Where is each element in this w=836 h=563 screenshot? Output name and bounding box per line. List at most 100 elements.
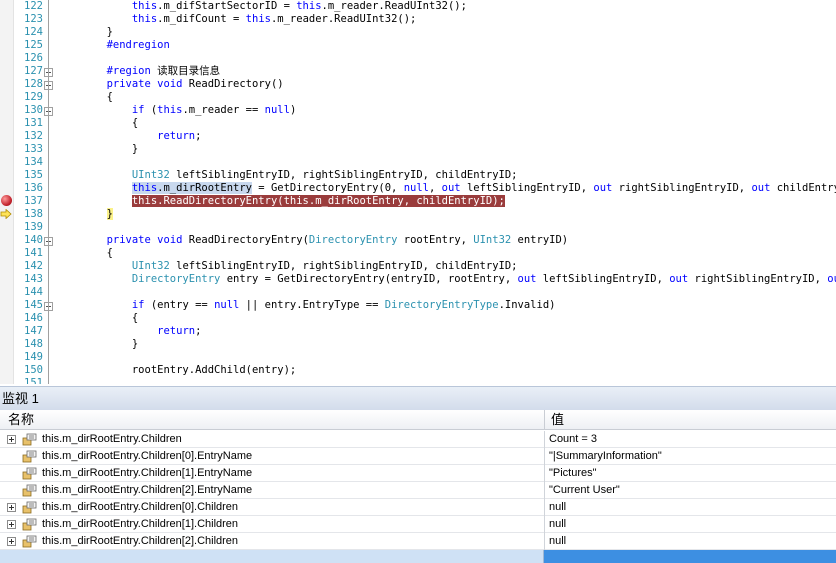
code-line[interactable]: 143 DirectoryEntry entry = GetDirectoryE… <box>0 273 836 286</box>
code-line[interactable]: 137 this.ReadDirectoryEntry(this.m_dirRo… <box>0 195 836 208</box>
line-number: 144 <box>24 286 43 298</box>
watch-expression-value[interactable]: null <box>549 516 566 533</box>
expand-plus-icon[interactable] <box>7 435 16 444</box>
code-line[interactable]: 122 this.m_difStartSectorID = this.m_rea… <box>0 0 836 13</box>
line-number: 124 <box>24 26 43 38</box>
code-line[interactable]: 126 <box>0 52 836 65</box>
watch-expression-value[interactable]: Count = 3 <box>549 431 597 448</box>
watch-row[interactable]: this.m_dirRootEntry.Children[1].EntryNam… <box>0 465 836 482</box>
code-text[interactable]: UInt32 leftSiblingEntryID, rightSiblingE… <box>56 169 518 182</box>
code-line[interactable]: 148 } <box>0 338 836 351</box>
expand-plus-icon[interactable] <box>7 537 16 546</box>
code-line[interactable]: 130 if (this.m_reader == null) <box>0 104 836 117</box>
code-text[interactable]: this.m_difCount = this.m_reader.ReadUInt… <box>56 13 417 26</box>
watch-row[interactable]: this.m_dirRootEntry.Children[0].EntryNam… <box>0 448 836 465</box>
code-line[interactable]: 142 UInt32 leftSiblingEntryID, rightSibl… <box>0 260 836 273</box>
code-line[interactable]: 150 rootEntry.AddChild(entry); <box>0 364 836 377</box>
cell-divider <box>544 499 545 516</box>
code-line[interactable]: 136 this.m_dirRootEntry = GetDirectoryEn… <box>0 182 836 195</box>
code-text[interactable]: } <box>56 143 138 156</box>
code-text[interactable]: UInt32 leftSiblingEntryID, rightSiblingE… <box>56 260 518 273</box>
code-line[interactable]: 123 this.m_difCount = this.m_reader.Read… <box>0 13 836 26</box>
code-text[interactable]: DirectoryEntry entry = GetDirectoryEntry… <box>56 273 836 286</box>
watch-expression-name[interactable]: this.m_dirRootEntry.Children[2].Children <box>42 533 238 550</box>
code-text[interactable]: } <box>56 26 113 39</box>
watch-expression-name[interactable]: this.m_dirRootEntry.Children[2].EntryNam… <box>42 482 252 499</box>
watch-horizontal-scrollbar[interactable] <box>0 550 836 563</box>
code-line[interactable]: 134 <box>0 156 836 169</box>
code-line[interactable]: 147 return; <box>0 325 836 338</box>
watch-expression-name[interactable]: this.m_dirRootEntry.Children[1].Children <box>42 516 238 533</box>
line-number: 142 <box>24 260 43 272</box>
code-text[interactable]: { <box>56 91 113 104</box>
line-number: 147 <box>24 325 43 337</box>
line-number: 126 <box>24 52 43 64</box>
watch-expression-value[interactable]: "|SummaryInformation" <box>549 448 662 465</box>
code-text[interactable]: private void ReadDirectory() <box>56 78 284 91</box>
code-text[interactable]: this.ReadDirectoryEntry(this.m_dirRootEn… <box>56 195 505 208</box>
code-text[interactable]: this.m_dirRootEntry = GetDirectoryEntry(… <box>56 182 836 195</box>
code-text[interactable]: } <box>56 208 113 221</box>
code-line[interactable]: 146 { <box>0 312 836 325</box>
watch-row[interactable]: this.m_dirRootEntry.Children[0].Children… <box>0 499 836 516</box>
watch-expression-value[interactable]: null <box>549 499 566 516</box>
code-line[interactable]: 149 <box>0 351 836 364</box>
watch-expression-name[interactable]: this.m_dirRootEntry.Children <box>42 431 182 448</box>
watch-row[interactable]: this.m_dirRootEntry.Children[2].Children… <box>0 533 836 550</box>
column-header-value[interactable]: 值 <box>545 410 836 430</box>
code-line[interactable]: 129 { <box>0 91 836 104</box>
line-number: 148 <box>24 338 43 350</box>
code-line[interactable]: 144 <box>0 286 836 299</box>
watch-row[interactable]: this.m_dirRootEntry.Children[1].Children… <box>0 516 836 533</box>
watch-expression-name[interactable]: this.m_dirRootEntry.Children[0].EntryNam… <box>42 448 252 465</box>
watch-row[interactable]: this.m_dirRootEntry.Children[2].EntryNam… <box>0 482 836 499</box>
cell-divider <box>544 431 545 448</box>
code-line[interactable]: 135 UInt32 leftSiblingEntryID, rightSibl… <box>0 169 836 182</box>
code-text[interactable]: { <box>56 117 138 130</box>
code-line[interactable]: 145 if (entry == null || entry.EntryType… <box>0 299 836 312</box>
code-line[interactable]: 125 #endregion <box>0 39 836 52</box>
code-line[interactable]: 128 private void ReadDirectory() <box>0 78 836 91</box>
code-text[interactable]: } <box>56 338 138 351</box>
code-editor[interactable]: 122 this.m_difStartSectorID = this.m_rea… <box>0 0 836 384</box>
property-icon <box>22 501 37 514</box>
code-line[interactable]: 138 } <box>0 208 836 221</box>
code-line[interactable]: 131 { <box>0 117 836 130</box>
line-number: 151 <box>24 377 43 384</box>
code-text[interactable]: this.m_difStartSectorID = this.m_reader.… <box>56 0 467 13</box>
code-line[interactable]: 151 <box>0 377 836 384</box>
expand-plus-icon[interactable] <box>7 520 16 529</box>
code-line[interactable]: 139 <box>0 221 836 234</box>
watch-row[interactable]: this.m_dirRootEntry.Children Count = 3 <box>0 431 836 448</box>
code-text[interactable]: { <box>56 312 138 325</box>
code-text[interactable]: rootEntry.AddChild(entry); <box>56 364 296 377</box>
column-header-name[interactable]: 名称 <box>2 410 544 430</box>
code-line[interactable]: 133 } <box>0 143 836 156</box>
code-text[interactable]: return; <box>56 130 201 143</box>
code-text[interactable]: #region 读取目录信息 <box>56 65 221 78</box>
watch-window-title[interactable]: 监视 1 <box>0 386 836 410</box>
cell-divider <box>544 448 545 465</box>
code-line[interactable]: 132 return; <box>0 130 836 143</box>
watch-expression-name[interactable]: this.m_dirRootEntry.Children[0].Children <box>42 499 238 516</box>
code-line[interactable]: 124 } <box>0 26 836 39</box>
expand-plus-icon[interactable] <box>7 503 16 512</box>
scrollbar-track[interactable] <box>0 550 544 563</box>
code-line[interactable]: 141 { <box>0 247 836 260</box>
code-text[interactable]: { <box>56 247 113 260</box>
code-text[interactable]: #endregion <box>56 39 170 52</box>
watch-expression-value[interactable]: "Pictures" <box>549 465 597 482</box>
line-number: 134 <box>24 156 43 168</box>
line-number: 128 <box>24 78 43 90</box>
code-line[interactable]: 140 private void ReadDirectoryEntry(Dire… <box>0 234 836 247</box>
code-text[interactable]: if (entry == null || entry.EntryType == … <box>56 299 556 312</box>
code-line[interactable]: 127 #region 读取目录信息 <box>0 65 836 78</box>
watch-window: 监视 1 名称 值 this.m_dirRootEntry.Children Co… <box>0 386 836 563</box>
watch-expression-value[interactable]: null <box>549 533 566 550</box>
line-number: 138 <box>24 208 43 220</box>
watch-expression-value[interactable]: "Current User" <box>549 482 620 499</box>
watch-expression-name[interactable]: this.m_dirRootEntry.Children[1].EntryNam… <box>42 465 252 482</box>
code-text[interactable]: private void ReadDirectoryEntry(Director… <box>56 234 569 247</box>
code-text[interactable]: if (this.m_reader == null) <box>56 104 296 117</box>
code-text[interactable]: return; <box>56 325 201 338</box>
